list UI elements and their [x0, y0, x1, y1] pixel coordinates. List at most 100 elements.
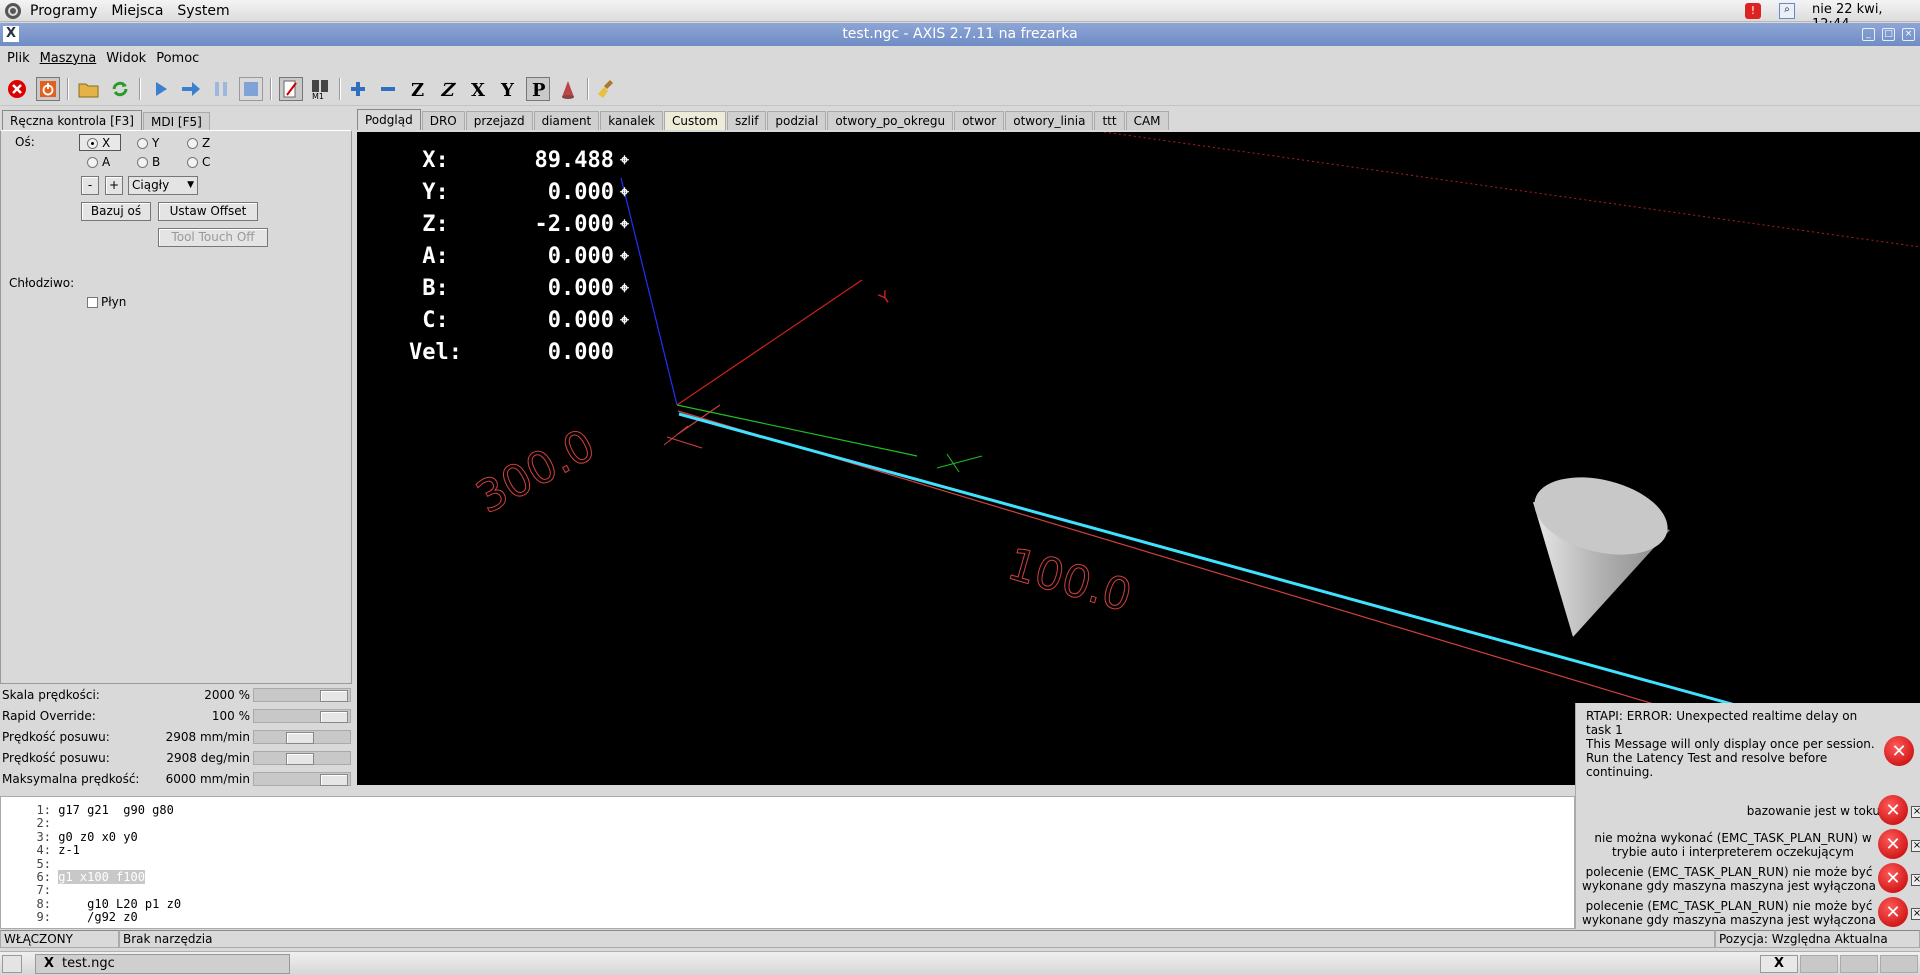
- radio-y-icon[interactable]: [137, 138, 148, 149]
- radio-x-icon[interactable]: [87, 138, 98, 149]
- gcode-line[interactable]: 8: g10 L20 p1 z0: [6, 897, 182, 911]
- tab-custom[interactable]: Custom: [663, 111, 726, 130]
- workspace-2[interactable]: [1800, 955, 1838, 973]
- view-z2-icon[interactable]: Z: [436, 77, 460, 101]
- error-icon-2[interactable]: ✕: [1878, 795, 1908, 825]
- gcode-line[interactable]: 3: g0 z0 x0 y0: [6, 830, 138, 844]
- jog-plus-button[interactable]: +: [105, 176, 123, 195]
- close-message-icon-3[interactable]: ×: [1911, 874, 1920, 886]
- tool-touch-off-button[interactable]: Tool Touch Off: [158, 228, 268, 247]
- error-icon-3[interactable]: ✕: [1878, 829, 1908, 859]
- slider-handle[interactable]: [286, 732, 314, 744]
- optional-stop-icon[interactable]: M1: [308, 77, 332, 101]
- toolpath-preview[interactable]: 300.0 100.0 Y X: 89.488 ⌖ Y: 0.000 ⌖ Z: -2…: [357, 132, 1920, 785]
- close-message-icon[interactable]: ×: [1911, 806, 1920, 818]
- tab-diament[interactable]: diament: [533, 111, 600, 130]
- stop-icon[interactable]: [239, 77, 263, 101]
- tab-dro[interactable]: DRO: [421, 111, 465, 130]
- slider-handle[interactable]: [286, 753, 314, 765]
- checkbox-icon[interactable]: [87, 297, 98, 308]
- window-titlebar[interactable]: X test.ngc - AXIS 2.7.11 na frezarka _ □…: [0, 23, 1920, 46]
- slider-handle[interactable]: [320, 774, 348, 786]
- clear-backplot-icon[interactable]: [596, 77, 620, 101]
- tab-podzial[interactable]: podzial: [767, 111, 827, 130]
- axis-radio-x[interactable]: X: [87, 136, 110, 150]
- axis-radio-a[interactable]: A: [87, 155, 110, 169]
- tab-preview[interactable]: Podgląd: [357, 109, 421, 130]
- radio-a-icon[interactable]: [87, 157, 98, 168]
- slider-track[interactable]: [253, 751, 351, 765]
- gcode-editor[interactable]: 1: g17 g21 g90 g80 2: 3: g0 z0 x0 y0 4: z-…: [0, 796, 1575, 929]
- workspace-4[interactable]: [1880, 955, 1918, 973]
- gcode-line[interactable]: 6: g1 x100 f100: [6, 870, 145, 884]
- error-icon[interactable]: ✕: [1884, 736, 1914, 766]
- radio-z-icon[interactable]: [187, 138, 198, 149]
- tab-kanalek[interactable]: kanalek: [600, 111, 663, 130]
- run-icon[interactable]: [149, 77, 173, 101]
- menu-maszyna[interactable]: Maszyna: [40, 51, 97, 66]
- radio-c-icon[interactable]: [187, 157, 198, 168]
- distro-logo-icon[interactable]: [4, 2, 22, 20]
- flood-checkbox[interactable]: Płyn: [87, 295, 126, 309]
- gcode-line[interactable]: 4: z-1: [6, 843, 80, 857]
- estop-icon[interactable]: [5, 77, 29, 101]
- gcode-line[interactable]: 1: g17 g21 g90 g80: [6, 803, 174, 817]
- gcode-line[interactable]: 5:: [6, 857, 58, 871]
- gcode-line[interactable]: 9: /g92 z0: [6, 910, 138, 924]
- slider-handle[interactable]: [320, 690, 348, 702]
- tab-przejazd[interactable]: przejazd: [465, 111, 533, 130]
- menu-widok[interactable]: Widok: [106, 51, 146, 66]
- close-window-icon[interactable]: ×: [1902, 28, 1915, 41]
- show-desktop-icon[interactable]: [2, 955, 22, 973]
- tab-otwor[interactable]: otwor: [954, 111, 1005, 130]
- home-axis-button[interactable]: Bazuj oś: [81, 202, 151, 221]
- set-offset-button[interactable]: Ustaw Offset: [158, 202, 258, 221]
- open-file-icon[interactable]: [77, 77, 101, 101]
- reload-icon[interactable]: [108, 77, 132, 101]
- step-icon[interactable]: [179, 77, 203, 101]
- slider-track[interactable]: [253, 772, 351, 786]
- menu-programy[interactable]: Programy: [30, 3, 97, 19]
- error-icon-4[interactable]: ✕: [1878, 863, 1908, 893]
- jog-mode-select[interactable]: Ciągły ▼: [128, 176, 198, 195]
- workspace-1[interactable]: X: [1760, 955, 1798, 973]
- search-icon[interactable]: ⌕: [1779, 3, 1795, 19]
- axis-radio-b[interactable]: B: [137, 155, 160, 169]
- maximize-icon[interactable]: □: [1882, 28, 1895, 41]
- menu-miejsca[interactable]: Miejsca: [111, 3, 163, 19]
- axis-radio-c[interactable]: C: [187, 155, 210, 169]
- power-icon[interactable]: [36, 77, 60, 101]
- axis-radio-y[interactable]: Y: [137, 136, 159, 150]
- slider-handle[interactable]: [320, 711, 348, 723]
- tab-otwory-linia[interactable]: otwory_linia: [1005, 111, 1094, 130]
- block-delete-icon[interactable]: [279, 77, 303, 101]
- menu-pomoc[interactable]: Pomoc: [156, 51, 199, 66]
- jog-minus-button[interactable]: -: [81, 176, 99, 195]
- gcode-line[interactable]: 7:: [6, 883, 58, 897]
- view-perspective-icon[interactable]: P: [526, 77, 550, 101]
- workspace-3[interactable]: [1840, 955, 1878, 973]
- tab-manual[interactable]: Ręczna kontrola [F3]: [2, 110, 142, 131]
- minimize-icon[interactable]: _: [1862, 28, 1875, 41]
- rotate-view-icon[interactable]: [556, 77, 580, 101]
- pause-icon[interactable]: [209, 77, 233, 101]
- tab-ttt[interactable]: ttt: [1094, 111, 1125, 130]
- gcode-line[interactable]: 2:: [6, 816, 58, 830]
- tab-otwory-po-okregu[interactable]: otwory_po_okregu: [827, 111, 954, 130]
- zoom-out-icon[interactable]: [376, 77, 400, 101]
- view-y-icon[interactable]: Y: [496, 77, 520, 101]
- slider-track[interactable]: [253, 709, 351, 723]
- error-icon-5[interactable]: ✕: [1878, 897, 1908, 927]
- update-alert-icon[interactable]: !: [1745, 3, 1761, 19]
- menu-plik[interactable]: Plik: [7, 51, 30, 66]
- radio-b-icon[interactable]: [137, 157, 148, 168]
- slider-track[interactable]: [253, 688, 351, 702]
- tab-szlif[interactable]: szlif: [726, 111, 767, 130]
- close-message-icon-2[interactable]: ×: [1911, 840, 1920, 852]
- view-x-icon[interactable]: X: [466, 77, 490, 101]
- zoom-in-icon[interactable]: [346, 77, 370, 101]
- axis-radio-z[interactable]: Z: [187, 136, 210, 150]
- menu-system[interactable]: System: [177, 3, 229, 19]
- taskbar-window-button[interactable]: Xtest.ngc: [35, 954, 290, 974]
- tab-mdi[interactable]: MDI [F5]: [142, 112, 210, 131]
